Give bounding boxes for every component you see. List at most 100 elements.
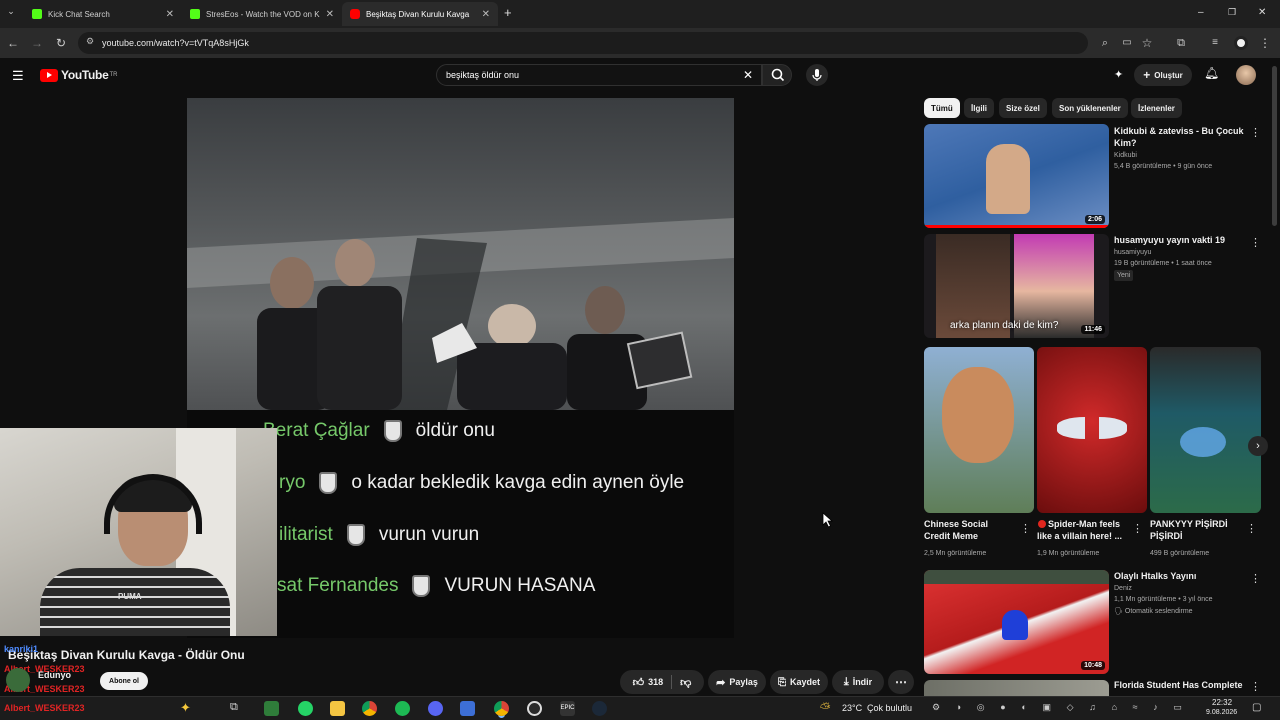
like-button[interactable]: 👍︎ 318 xyxy=(633,676,664,689)
account-avatar[interactable] xyxy=(1236,65,1256,85)
clock-time[interactable]: 22:32 xyxy=(1212,698,1232,707)
tray-icon[interactable]: ◎ xyxy=(977,702,985,716)
notifications-bell-icon[interactable]: 🔔︎ xyxy=(1204,66,1219,80)
chrome-icon[interactable] xyxy=(362,701,377,716)
page-scrollbar[interactable] xyxy=(1272,66,1277,226)
short-title[interactable]: Chinese Social Credit Meme xyxy=(924,518,1014,542)
zoom-icon[interactable]: ⌕ xyxy=(1096,34,1114,52)
video-thumbnail[interactable]: 10:48 xyxy=(924,570,1109,674)
search-input[interactable]: beşiktaş öldür onu ✕ xyxy=(436,64,762,86)
cast-icon[interactable]: ▭ xyxy=(1118,34,1136,52)
recommended-channel[interactable]: husamiyuyu xyxy=(1114,247,1151,258)
profile-avatar[interactable] xyxy=(1234,36,1248,50)
close-icon[interactable]: ✕ xyxy=(482,9,490,20)
video-thumbnail[interactable] xyxy=(924,680,1109,696)
short-title[interactable]: PANKYYY PİŞİRDİ PİŞİRDİ xyxy=(1150,518,1242,542)
recommended-title[interactable]: Kidkubi & zateviss - Bu Çocuk Kim? xyxy=(1114,125,1244,149)
wifi-icon[interactable]: ≈ xyxy=(1133,702,1138,716)
weather-desc[interactable]: Çok bulutlu xyxy=(867,703,912,713)
tray-icon[interactable]: ● xyxy=(1000,702,1005,716)
close-icon[interactable]: ✕ xyxy=(166,9,174,20)
bookmark-star-icon[interactable]: ☆ xyxy=(1138,34,1156,52)
channel-name[interactable]: Edunyo xyxy=(38,670,71,680)
menu-icon[interactable]: ⋮ xyxy=(1256,34,1274,52)
site-info-icon[interactable]: ⚙ xyxy=(86,36,94,47)
more-actions-button[interactable]: ⋯ xyxy=(888,670,914,694)
recommended-channel[interactable]: Kidkubi xyxy=(1114,150,1137,161)
address-bar[interactable]: ⚙ youtube.com/watch?v=tVTqA8sHjGk xyxy=(78,32,1088,54)
weather-icon[interactable]: ⛅︎ xyxy=(820,700,830,716)
tray-icon[interactable]: ◑ xyxy=(956,702,961,716)
reload-icon[interactable]: ↻ xyxy=(52,34,70,52)
back-icon[interactable]: ← xyxy=(4,34,22,52)
video-thumbnail[interactable]: 2:06 xyxy=(924,124,1109,228)
subscribe-button[interactable]: Abone ol xyxy=(100,672,148,690)
video-thumbnail[interactable]: arka planın daki de kim? 11:46 xyxy=(924,234,1109,338)
short-thumbnail[interactable] xyxy=(1037,347,1147,513)
recommended-title[interactable]: husamyuyu yayın vakti 19 xyxy=(1114,234,1244,246)
epic-games-icon[interactable]: EPIC xyxy=(560,701,575,716)
reading-list-icon[interactable]: ≡ xyxy=(1206,34,1224,52)
shorts-next-button[interactable]: › xyxy=(1248,436,1268,456)
more-vertical-icon[interactable]: ⋮ xyxy=(1250,680,1261,693)
discord-icon[interactable] xyxy=(428,701,443,716)
tab-kick-chat-search[interactable]: Kick Chat Search ✕ xyxy=(24,2,182,26)
chip-recent[interactable]: Son yüklenenler xyxy=(1052,98,1128,118)
share-button[interactable]: ➦ Paylaş xyxy=(708,670,766,694)
minimize-button[interactable]: – xyxy=(1198,7,1204,18)
chip-all[interactable]: Tümü xyxy=(924,98,960,118)
chip-for-you[interactable]: Size özel xyxy=(999,98,1047,118)
chip-watched[interactable]: İzlenenler xyxy=(1131,98,1182,118)
more-vertical-icon[interactable]: ⋮ xyxy=(1250,572,1261,585)
short-title[interactable]: Spider-Man feels like a villain here! ..… xyxy=(1037,518,1129,542)
tray-icon[interactable]: ⚙ xyxy=(932,702,940,716)
short-thumbnail[interactable] xyxy=(1150,347,1261,513)
youtube-logo[interactable]: YouTube TR xyxy=(40,68,117,82)
whatsapp-icon[interactable] xyxy=(298,701,313,716)
steam-icon[interactable] xyxy=(592,701,607,716)
chrome-active-icon[interactable] xyxy=(494,701,509,716)
obs-icon[interactable] xyxy=(527,701,542,716)
download-button[interactable]: ⤓ İndir xyxy=(832,670,884,694)
voice-search-button[interactable] xyxy=(806,64,828,86)
system-tray-icons[interactable]: ⚙ ◑ ◎ ● ◐ ▣ ◇ ♫ ⌂ ≈ ♪ ▭ xyxy=(932,702,1182,716)
tray-icon[interactable]: ♫ xyxy=(1089,702,1096,716)
tray-icon[interactable]: ◐ xyxy=(1021,702,1026,716)
tab-search-icon[interactable]: ⌄ xyxy=(4,6,18,20)
task-view-icon[interactable]: ⧉ xyxy=(230,701,238,714)
chip-related[interactable]: İlgili xyxy=(964,98,994,118)
more-vertical-icon[interactable]: ⋮ xyxy=(1132,522,1143,535)
more-vertical-icon[interactable]: ⋮ xyxy=(1250,126,1261,139)
close-icon[interactable]: ✕ xyxy=(326,9,334,20)
restore-button[interactable]: ❐ xyxy=(1228,7,1236,18)
forward-icon[interactable]: → xyxy=(28,34,46,52)
recommended-channel[interactable]: Deniz xyxy=(1114,583,1132,594)
app-icon[interactable] xyxy=(264,701,279,716)
tab-youtube-video[interactable]: Beşiktaş Divan Kurulu Kavga ✕ xyxy=(342,2,498,26)
cast-ai-icon[interactable]: ✦ xyxy=(1114,68,1123,81)
tray-icon[interactable]: ⌂ xyxy=(1112,702,1117,716)
extensions-icon[interactable]: ⧉ xyxy=(1172,34,1190,52)
clock-date[interactable]: 9.08.2026 xyxy=(1206,709,1237,716)
recommended-title[interactable]: Olaylı Htalks Yayını xyxy=(1114,570,1244,582)
spotify-icon[interactable] xyxy=(395,701,410,716)
channel-avatar[interactable] xyxy=(6,668,30,692)
create-button[interactable]: + Oluştur xyxy=(1134,64,1192,86)
tray-icon[interactable]: ▣ xyxy=(1042,702,1051,716)
search-button[interactable] xyxy=(762,64,792,86)
new-tab-button[interactable]: + xyxy=(504,5,512,20)
short-thumbnail[interactable] xyxy=(924,347,1034,513)
weather-temp[interactable]: 23°C xyxy=(842,703,862,713)
app-icon[interactable] xyxy=(460,701,475,716)
volume-icon[interactable]: ♪ xyxy=(1153,702,1158,716)
tab-stresEos-vod[interactable]: StresEos - Watch the VOD on Kick ✕ xyxy=(182,2,342,26)
more-vertical-icon[interactable]: ⋮ xyxy=(1246,522,1257,535)
tray-icon[interactable]: ◇ xyxy=(1067,702,1074,716)
copilot-icon[interactable]: ✦ xyxy=(180,700,191,716)
file-explorer-icon[interactable] xyxy=(330,701,345,716)
notification-icon[interactable]: ▢ xyxy=(1252,702,1261,713)
hamburger-icon[interactable]: ☰ xyxy=(12,68,24,84)
clear-search-icon[interactable]: ✕ xyxy=(743,68,753,82)
save-button[interactable]: ⎘ Kaydet xyxy=(770,670,828,694)
more-vertical-icon[interactable]: ⋮ xyxy=(1250,236,1261,249)
